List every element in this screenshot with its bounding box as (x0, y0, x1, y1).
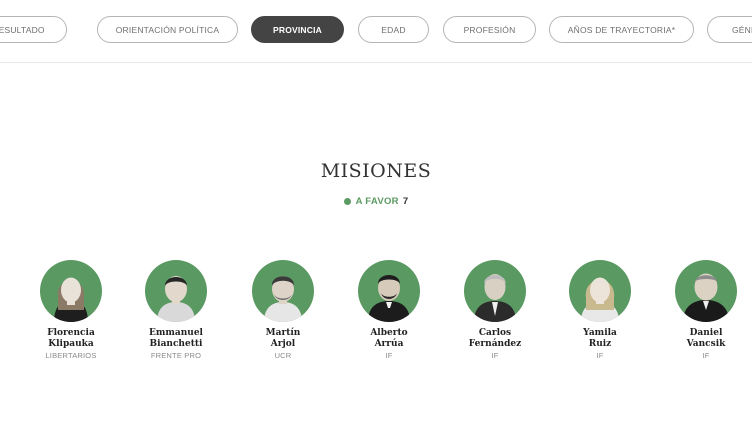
tab-anos-de-trayectoria[interactable]: AÑOS DE TRAYECTORIA* (549, 16, 694, 43)
legislator-card[interactable]: Yamila Ruiz IF (545, 260, 655, 360)
legislator-party: FRENTE PRO (150, 351, 202, 360)
tab-genero[interactable]: GÉNE (707, 16, 752, 43)
legislator-card[interactable]: Daniel Vancsik IF (651, 260, 752, 360)
legislator-name: Carlos Fernández (440, 328, 550, 349)
avatar (358, 260, 420, 322)
legislator-first-name: Daniel (689, 328, 723, 338)
legislator-first-name: Alberto (370, 328, 408, 338)
legislator-name: Florencia Klipauka (16, 328, 126, 349)
legislator-last-name: Bianchetti (149, 338, 203, 349)
legislator-name: Daniel Vancsik (651, 328, 752, 349)
vote-label: A FAVOR (355, 196, 399, 207)
legislator-party: IF (385, 351, 393, 360)
page: RESULTADO ORIENTACIÓN POLÍTICA PROVINCIA… (0, 0, 752, 431)
legislator-last-name: Arjol (270, 338, 296, 349)
legislator-party: LIBERTARIOS (45, 351, 97, 360)
avatar (145, 260, 207, 322)
person-portrait-icon (54, 277, 88, 322)
legislator-first-name: Emmanuel (149, 328, 203, 338)
person-portrait-icon (581, 277, 619, 322)
province-title: MISIONES (320, 160, 432, 182)
vote-summary: A FAVOR 7 (0, 196, 752, 207)
legislator-party: UCR (274, 351, 292, 360)
tab-profesion[interactable]: PROFESIÓN (443, 16, 536, 43)
tab-edad[interactable]: EDAD (358, 16, 429, 43)
legislator-card[interactable]: Carlos Fernández IF (440, 260, 550, 360)
person-portrait-icon (683, 273, 729, 322)
legislator-first-name: Yamila (583, 328, 617, 338)
avatar (252, 260, 314, 322)
tab-provincia[interactable]: PROVINCIA (251, 16, 344, 43)
avatar (464, 260, 526, 322)
legislator-party: IF (491, 351, 499, 360)
person-portrait-icon (264, 276, 302, 322)
legislator-last-name: Klipauka (48, 338, 94, 349)
legislator-last-name: Ruiz (588, 338, 612, 349)
person-portrait-icon (474, 274, 516, 322)
legislator-card[interactable]: Emmanuel Bianchetti FRENTE PRO (121, 260, 231, 360)
person-portrait-icon (157, 276, 195, 322)
tab-resultado[interactable]: RESULTADO (0, 16, 67, 43)
legislator-name: Emmanuel Bianchetti (121, 328, 231, 349)
tab-orientacion-politica[interactable]: ORIENTACIÓN POLÍTICA (97, 16, 238, 43)
legislator-name: Alberto Arrúa (334, 328, 444, 349)
legislator-first-name: Florencia (47, 328, 95, 338)
legislator-card[interactable]: Martín Arjol UCR (228, 260, 338, 360)
avatar (675, 260, 737, 322)
filter-tab-bar: RESULTADO ORIENTACIÓN POLÍTICA PROVINCIA… (0, 0, 752, 63)
legislator-last-name: Arrúa (374, 338, 404, 349)
legislator-card[interactable]: Florencia Klipauka LIBERTARIOS (16, 260, 126, 360)
vote-dot-icon (343, 198, 351, 205)
vote-count: 7 (402, 196, 409, 207)
legislator-card[interactable]: Alberto Arrúa IF (334, 260, 444, 360)
legislator-party: IF (596, 351, 604, 360)
avatar (40, 260, 102, 322)
legislator-first-name: Martín (265, 328, 301, 338)
legislator-party: IF (702, 351, 710, 360)
person-portrait-icon (368, 275, 410, 322)
legislator-first-name: Carlos (478, 328, 512, 338)
legislator-last-name: Fernández (468, 338, 522, 349)
legislator-name: Yamila Ruiz (545, 328, 655, 349)
legislator-name: Martín Arjol (228, 328, 338, 349)
legislator-last-name: Vancsik (686, 338, 726, 349)
avatar (569, 260, 631, 322)
